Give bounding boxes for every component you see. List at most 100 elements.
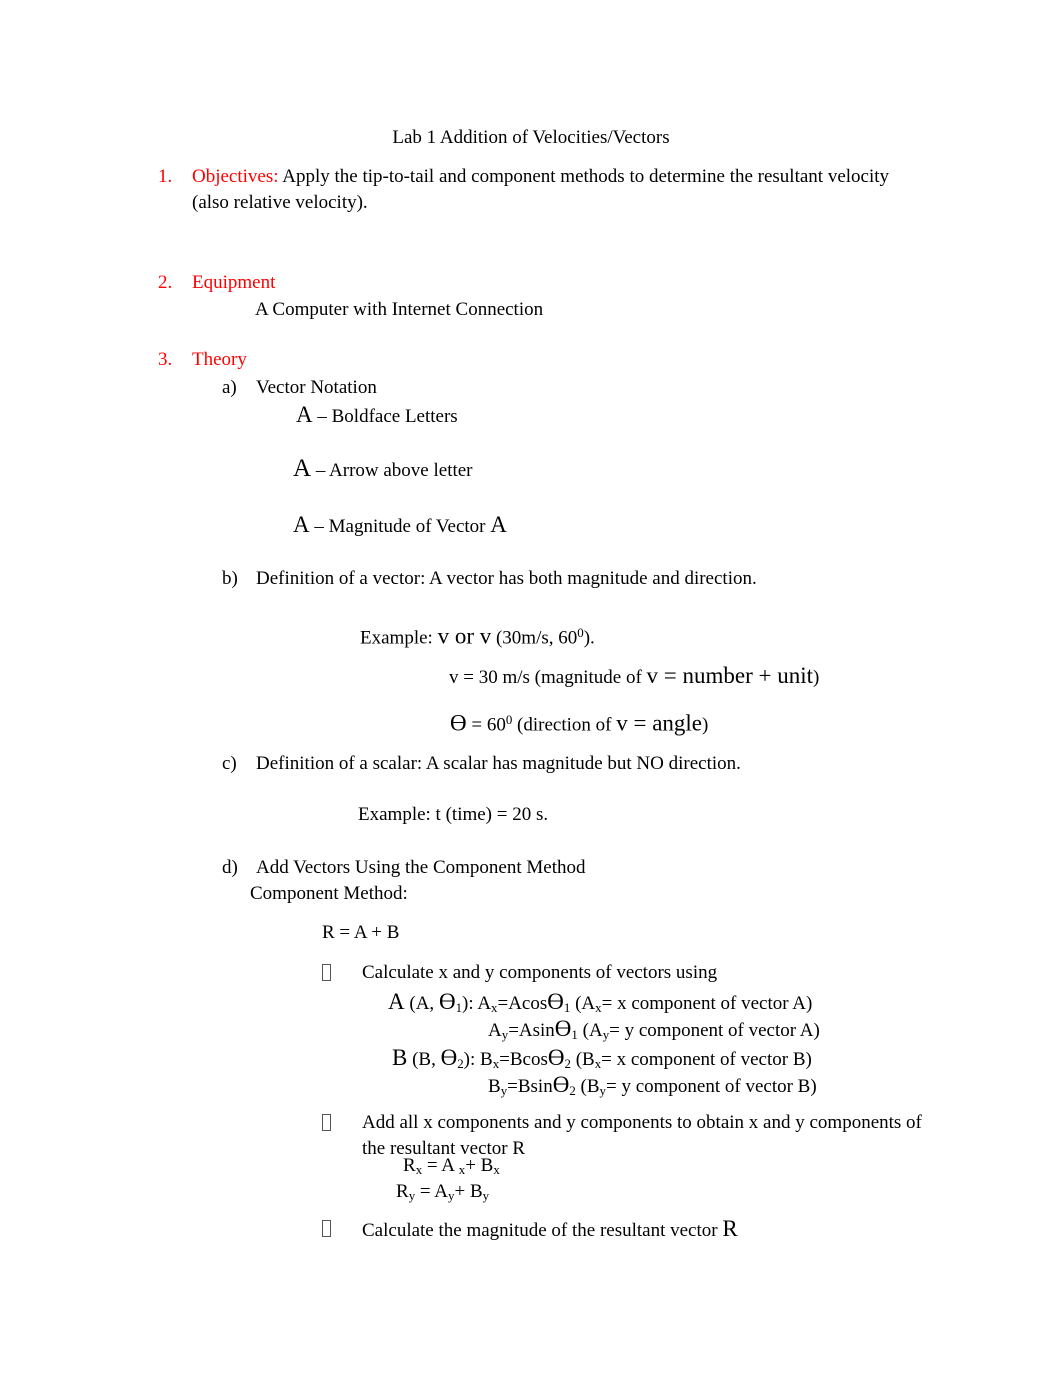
notation-symbol-mag-end: A [490,512,507,537]
eq-a-eq: =Acos [497,993,548,1014]
eq-ry-plus: + B [454,1181,483,1202]
theta-symbol: Ɵ [554,1016,572,1041]
eq-by-lead: B [488,1076,501,1097]
example-conjunction: or [449,623,480,649]
theory-heading: Theory [192,349,247,370]
example-symbol-v1: v [437,623,450,649]
equipment-heading: Equipment [192,272,276,293]
item-letter-a: a) [222,377,237,398]
notation-symbol-mag: A [293,512,310,537]
magnitude-line: v = 30 m/s (magnitude of v = number + un… [449,663,819,691]
eq-b-paren: (B [570,1049,595,1070]
theory-item-c: c) Definition of a scalar: A scalar has … [222,751,922,777]
notation-magnitude: A – Magnitude of Vector A [293,512,507,540]
eq-ay-desc: = y component of vector A) [609,1020,820,1041]
eq-by-eq: =Bsin [507,1076,553,1097]
section-equipment: 2. Equipment [158,270,758,296]
eq-a-paren: (A [570,993,596,1014]
bullet-text-3: Calculate the magnitude of the resultant… [362,1216,922,1244]
theory-item-a: a) Vector Notation [222,375,822,401]
direction-tail: ) [702,714,709,736]
equipment-content: A Computer with Internet Connection [255,299,544,320]
objectives-body: Apply the tip-to-tail and component meth… [192,166,890,213]
example-value: (30m/s, 60 [491,627,578,649]
resultant-equation: R = A + B [322,922,400,943]
eq-ry-eq: = A [415,1181,449,1202]
tofu-box-icon [322,964,331,981]
notation-arrow: A – Arrow above letter [293,456,473,484]
eq-b-args: (B, [407,1049,441,1070]
eq-b-desc: = x component of vector B) [601,1049,812,1070]
item-text-d: Add Vectors Using the Component Method [256,857,586,878]
example-label: Example: [360,627,438,649]
item-text-a: Vector Notation [256,377,377,398]
theta-symbol: Ɵ [438,989,456,1014]
direction-emphasis: v = angle [616,710,703,736]
theory-item-d: d) Add Vectors Using the Component Metho… [222,855,922,881]
equation-vector-b-y: By=BsinƟ2 (By= y component of vector B) [488,1071,817,1104]
scalar-example-line: Example: t (time) = 20 s. [358,804,549,825]
theta-symbol: Ɵ [547,1045,565,1070]
equation-resultant-y: Ry = Ay+ By [396,1178,489,1209]
bullet-item-1: Calculate x and y components of vectors … [322,960,922,986]
component-method-label: Component Method: [250,883,408,904]
tofu-box-icon [322,1220,331,1237]
magnitude-tail: ) [813,667,820,688]
bullet-text-3-body: Calculate the magnitude of the resultant… [362,1220,723,1241]
eq-ay-eq: =Asin [508,1020,555,1041]
eq-ry-subb: y [482,1187,490,1203]
eq-by-desc: = y component of vector B) [605,1076,817,1097]
eq-ay-lead: A [488,1020,502,1041]
item-letter-d: d) [222,857,238,878]
bullet-text-1: Calculate x and y components of vectors … [362,962,718,983]
document-page: Lab 1 Addition of Velocities/Vectors 1. … [0,0,1062,1377]
bullet-trailing-symbol-R: R [722,1216,738,1241]
notation-boldface: A – Boldface Letters [296,402,458,430]
eq-b-vec: B [392,1045,408,1070]
theta-symbol: Ɵ [552,1072,570,1097]
eq-rx-subb: x [493,1161,500,1177]
notation-text-bold: – Boldface Letters [312,406,458,427]
magnitude-emphasis: v = number + unit [646,663,814,688]
magnitude-lead: v = 30 m/s (magnitude of [449,667,647,688]
section-theory: 3. Theory [158,347,758,373]
direction-mid: (direction of [512,714,617,736]
eq-a-mid: ): A [462,993,492,1014]
tofu-box-icon [322,1114,331,1131]
eq-b-eq: =Bcos [499,1049,548,1070]
eq-rx-plus: + B [465,1155,494,1176]
eq-rx-r: R [403,1155,416,1176]
eq-rx-eq: = A [422,1155,459,1176]
section-number-3: 3. [158,349,173,370]
theta-symbol: Ɵ [450,710,467,736]
eq-ry-r: R [396,1181,409,1202]
example-value-end: ). [583,627,595,649]
direction-line: Ɵ = 600 (direction of v = angle) [450,707,708,739]
theta-symbol: Ɵ [440,1045,458,1070]
bullet-item-3: Calculate the magnitude of the resultant… [322,1216,922,1244]
theory-item-b: b) Definition of a vector: A vector has … [222,566,922,592]
equation-vector-a-y: Ay=AsinƟ1 (Ay= y component of vector A) [488,1015,820,1048]
notation-symbol-bold: A [296,402,313,427]
direction-lead: = 60 [466,714,506,736]
item-text-b: Definition of a vector: A vector has bot… [256,568,757,589]
section-objectives: 1. Objectives: Apply the tip-to-tail and… [158,164,898,216]
eq-a-vec: A [388,989,405,1014]
eq-ay-paren: (A [577,1020,603,1041]
eq-a-desc: = x component of vector A) [601,993,813,1014]
item-letter-b: b) [222,568,238,589]
notation-text-mag: – Magnitude of Vector [309,516,491,537]
section-number-1: 1. [158,166,173,187]
item-letter-c: c) [222,753,237,774]
eq-b-mid: ): B [463,1049,493,1070]
notation-symbol-arrow: A [293,455,312,482]
notation-text-arrow: – Arrow above letter [311,460,473,481]
section-number-2: 2. [158,272,173,293]
page-title: Lab 1 Addition of Velocities/Vectors [392,127,670,148]
example-symbol-v2: v [479,623,492,649]
eq-a-args: (A, [404,993,439,1014]
eq-by-paren: (B [575,1076,600,1097]
vector-example-line: Example: v or v (30m/s, 600). [360,620,595,652]
theta-symbol: Ɵ [547,989,564,1014]
objectives-heading: Objectives: [192,166,279,187]
